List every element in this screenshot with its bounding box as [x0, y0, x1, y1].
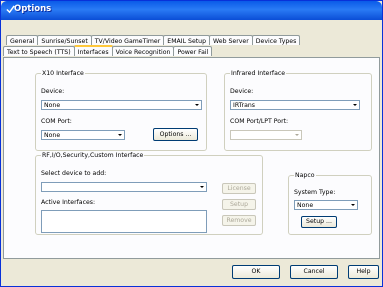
rf-active-label: Active Interfaces:: [41, 199, 96, 206]
infrared-group: Infrared Interface Device: IRTrans COM P…: [224, 70, 372, 151]
tab-row-1: General Sunrise/Sunset TV/Video GameTime…: [6, 35, 301, 45]
rf-group-title: RF,I/O,Security,Custom Interface: [41, 152, 145, 159]
napco-setup-button[interactable]: Setup ...: [301, 216, 337, 228]
tab-tv-video-gametimer[interactable]: TV/Video GameTimer: [90, 35, 165, 45]
infrared-device-value: IRTrans: [233, 102, 256, 109]
chevron-down-icon[interactable]: [351, 101, 359, 109]
napco-group: Napco System Type: None Setup ...: [288, 172, 372, 235]
infrared-com-port-label: COM Port/LPT Port:: [230, 118, 289, 125]
napco-group-title: Napco: [294, 172, 316, 179]
cancel-button[interactable]: Cancel: [290, 265, 338, 279]
infrared-com-port-select[interactable]: [230, 130, 302, 140]
tab-text-to-speech[interactable]: Text to Speech (TTS): [3, 46, 75, 56]
tab-general[interactable]: General: [6, 35, 39, 45]
infrared-device-label: Device:: [230, 88, 254, 95]
tab-row-2: Text to Speech (TTS) Interfaces Voice Re…: [3, 45, 213, 56]
chevron-down-icon[interactable]: [198, 183, 206, 191]
x10-com-port-label: COM Port:: [41, 118, 72, 125]
rf-select-label: Select device to add:: [41, 170, 107, 177]
chevron-down-icon[interactable]: [193, 101, 201, 109]
rf-group: RF,I/O,Security,Custom Interface Select …: [35, 152, 263, 235]
rf-device-select[interactable]: [41, 182, 207, 192]
x10-device-select[interactable]: None: [41, 100, 202, 110]
chevron-down-icon[interactable]: [116, 131, 124, 139]
x10-group: X10 Interface Device: None COM Port: Non…: [35, 70, 207, 151]
title-bar[interactable]: Options: [1, 1, 382, 20]
tab-email-setup[interactable]: EMAIL Setup: [163, 35, 211, 45]
license-button[interactable]: License: [222, 183, 256, 194]
x10-com-port-select[interactable]: None: [41, 130, 125, 140]
ok-button[interactable]: OK: [232, 265, 280, 279]
tab-web-server[interactable]: Web Server: [209, 35, 253, 45]
rf-setup-button[interactable]: Setup: [222, 199, 256, 210]
infrared-group-title: Infrared Interface: [230, 70, 287, 77]
x10-device-value: None: [44, 102, 61, 109]
interfaces-panel: X10 Interface Device: None COM Port: Non…: [3, 57, 380, 259]
remove-button[interactable]: Remove: [222, 215, 256, 226]
tab-voice-recognition[interactable]: Voice Recognition: [111, 46, 175, 56]
help-button[interactable]: Help: [348, 265, 379, 279]
chevron-down-icon[interactable]: [293, 131, 301, 139]
window-title: Options: [14, 4, 52, 14]
infrared-device-select[interactable]: IRTrans: [230, 100, 360, 110]
tab-power-fail[interactable]: Power Fail: [173, 46, 213, 56]
options-window: Options General Sunrise/Sunset TV/Video …: [0, 0, 383, 287]
tab-device-types[interactable]: Device Types: [251, 35, 301, 45]
napco-system-type-label: System Type:: [294, 189, 336, 196]
chevron-down-icon[interactable]: [349, 201, 357, 209]
x10-options-button[interactable]: Options ...: [153, 128, 198, 141]
napco-system-type-select[interactable]: None: [294, 200, 358, 210]
tab-interfaces[interactable]: Interfaces: [73, 45, 113, 56]
napco-system-type-value: None: [297, 202, 314, 209]
x10-device-label: Device:: [41, 88, 65, 95]
x10-group-title: X10 Interface: [41, 70, 85, 77]
tab-sunrise-sunset[interactable]: Sunrise/Sunset: [37, 35, 92, 45]
active-interfaces-list[interactable]: [41, 210, 207, 233]
x10-com-port-value: None: [44, 132, 61, 139]
